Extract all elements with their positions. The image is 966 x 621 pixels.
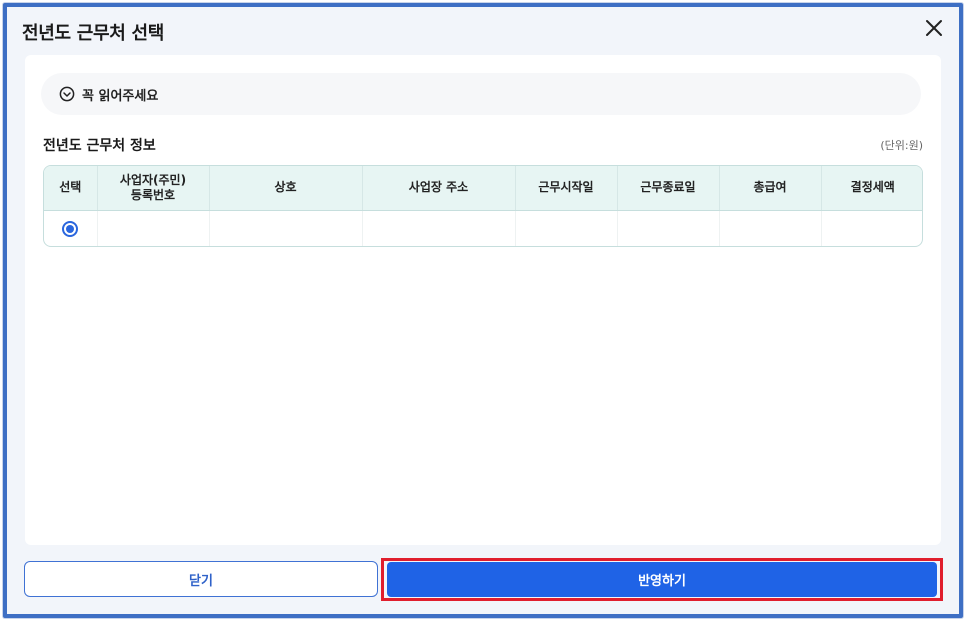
close-dialog-button[interactable]: 닫기 bbox=[24, 561, 378, 597]
cell-start-date bbox=[515, 210, 618, 246]
cell-select[interactable] bbox=[44, 210, 98, 246]
dialog-header: 전년도 근무처 선택 bbox=[7, 7, 959, 55]
notice-label: 꼭 읽어주세요 bbox=[82, 88, 159, 104]
cell-address bbox=[362, 210, 516, 246]
close-icon bbox=[926, 20, 942, 36]
dialog-frame: 전년도 근무처 선택 꼭 읽어주세요 전년도 근무처 정보 (단위:원) 선택 … bbox=[3, 3, 963, 618]
close-button[interactable] bbox=[923, 17, 945, 39]
cell-end-date bbox=[617, 210, 720, 246]
chevron-down-circle-icon bbox=[59, 86, 75, 102]
header-reg-no-line1: 사업자(주민) bbox=[119, 172, 187, 187]
cell-company bbox=[209, 210, 363, 246]
radio-selected-dot bbox=[66, 224, 75, 233]
header-final-tax: 결정세액 bbox=[821, 166, 922, 211]
header-reg-no-line2: 등록번호 bbox=[130, 187, 176, 202]
header-start-date: 근무시작일 bbox=[515, 166, 618, 211]
workplace-table: 선택 사업자(주민) 등록번호 상호 사업장 주소 근무시작일 근무종료일 총급… bbox=[43, 165, 923, 247]
header-total-pay: 총급여 bbox=[719, 166, 822, 211]
header-end-date: 근무종료일 bbox=[617, 166, 720, 211]
cell-total-pay bbox=[719, 210, 822, 246]
dialog-content: 꼭 읽어주세요 전년도 근무처 정보 (단위:원) 선택 사업자(주민) 등록번… bbox=[25, 55, 941, 545]
header-reg-no: 사업자(주민) 등록번호 bbox=[97, 166, 210, 211]
notice-toggle[interactable]: 꼭 읽어주세요 bbox=[41, 73, 921, 115]
table-row[interactable] bbox=[44, 210, 922, 246]
apply-button[interactable]: 반영하기 bbox=[387, 562, 937, 597]
dialog-title: 전년도 근무처 선택 bbox=[22, 23, 165, 44]
cell-reg-no bbox=[97, 210, 210, 246]
header-select: 선택 bbox=[44, 166, 98, 211]
unit-label: (단위:원) bbox=[880, 139, 923, 152]
row-select-radio[interactable] bbox=[62, 220, 79, 237]
section-title: 전년도 근무처 정보 bbox=[43, 138, 156, 154]
header-company: 상호 bbox=[209, 166, 363, 211]
cell-final-tax bbox=[821, 210, 922, 246]
header-address: 사업장 주소 bbox=[362, 166, 516, 211]
table-header-row: 선택 사업자(주민) 등록번호 상호 사업장 주소 근무시작일 근무종료일 총급… bbox=[44, 166, 922, 211]
